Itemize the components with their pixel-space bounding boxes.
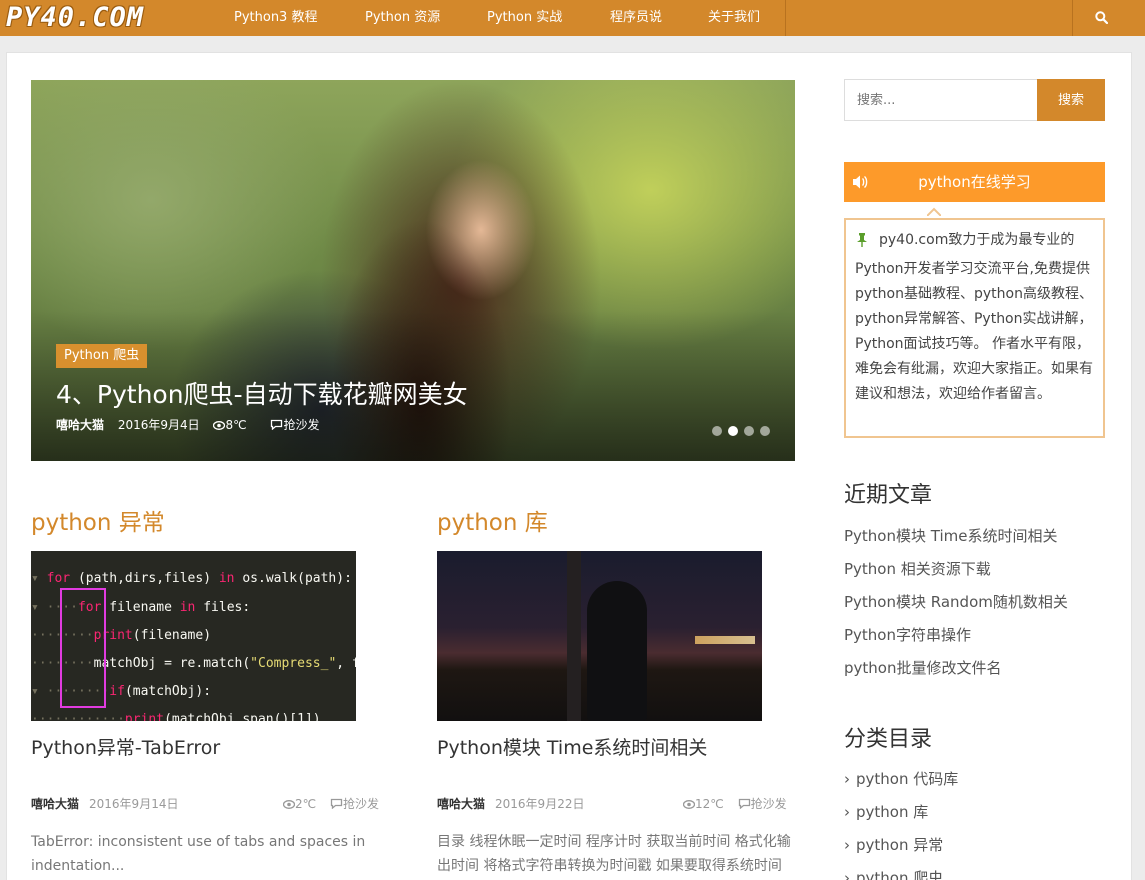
category-link[interactable]: › python 库 [844,800,958,833]
category-link-label: python 代码库 [856,770,959,788]
slide-category-tag[interactable]: Python 爬虫 [56,344,148,368]
comment-icon [330,798,343,810]
nav-divider [785,0,786,36]
pin-icon [855,232,871,257]
post-meta: 嘻哈大猫 2016年9月22日 [437,796,584,812]
category-heading-exceptions[interactable]: python 异常 [31,508,165,538]
slide-views-value: 8℃ [225,418,247,432]
category-link-label: python 库 [856,803,929,821]
slider-dot[interactable] [712,426,722,436]
eye-icon [213,421,226,430]
nav-item-python3-tutorial[interactable]: Python3 教程 [234,0,317,36]
category-link[interactable]: › python 异常 [844,833,958,866]
photo-person [587,581,647,721]
eye-icon [682,800,696,809]
recent-post-link[interactable]: Python 相关资源下载 [844,557,1068,590]
notice-pointer-arrow [927,207,941,216]
slide-views: 8℃ [213,418,260,432]
post-author[interactable]: 嘻哈大猫 [437,797,485,811]
slider-pagination [712,426,776,436]
post-comments[interactable]: 抢沙发 [738,797,787,811]
recent-post-link[interactable]: Python模块 Time系统时间相关 [844,524,1068,557]
post-comments[interactable]: 抢沙发 [330,797,379,811]
category-list: › python 代码库 › python 库 › python 异常 › python… [844,767,958,880]
nav-item-python-practice[interactable]: Python 实战 [487,0,562,36]
chevron-right-icon: › [844,836,850,854]
category-link[interactable]: › python 代码库 [844,767,958,800]
photo-lights [695,636,755,644]
notice-text: py40.com致力于成为最专业的Python开发者学习交流平台,免费提供pyt… [855,232,1093,402]
site-logo[interactable]: PY40.COM [6,3,144,33]
post-views: 12℃ [682,797,724,811]
categories-heading: 分类目录 [844,727,933,752]
recent-posts-list: Python模块 Time系统时间相关 Python 相关资源下载 Python… [844,524,1068,689]
slider-dot[interactable] [760,426,770,436]
nav-item-about-us[interactable]: 关于我们 [708,0,760,36]
post-views-value: 2℃ [295,797,317,811]
search-icon [1095,11,1108,24]
post-views: 2℃ [282,797,317,811]
notice-title: python在线学习 [918,173,1031,191]
post-author[interactable]: 嘻哈大猫 [31,797,79,811]
slide-author[interactable]: 嘻哈大猫 [56,418,104,432]
post-excerpt: TabError: inconsistent use of tabs and s… [31,834,366,874]
nav-item-python-resources[interactable]: Python 资源 [365,0,440,36]
featured-slider[interactable]: Python 爬虫 4、Python爬虫-自动下载花瓣网美女 嘻哈大猫 2016… [31,80,795,461]
nav-search-button[interactable] [1073,0,1131,36]
post-stats: 2℃ 抢沙发 [282,796,379,812]
slide-comments-value: 抢沙发 [283,418,320,432]
sidebar-search-button[interactable]: 搜索 [1037,79,1105,121]
eye-icon [282,800,296,809]
recent-post-link[interactable]: Python字符串操作 [844,623,1068,656]
sidebar-search-input[interactable] [844,79,1038,121]
comment-icon [271,419,283,431]
category-link-label: python 异常 [856,836,944,854]
post-comments-value: 抢沙发 [750,797,787,811]
post-title[interactable]: Python模块 Time系统时间相关 [437,735,707,761]
slider-dot[interactable] [744,426,754,436]
notice-header: python在线学习 [844,162,1105,202]
slider-dot-active[interactable] [728,426,738,436]
recent-post-link[interactable]: Python模块 Random随机数相关 [844,590,1068,623]
comment-icon [738,798,750,810]
category-link-label: python 爬虫 [856,869,944,880]
category-heading-library[interactable]: python 库 [437,508,548,538]
post-stats: 12℃ 抢沙发 [682,796,787,812]
nav-item-programmer-talk[interactable]: 程序员说 [610,0,662,36]
slide-title[interactable]: 4、Python爬虫-自动下载花瓣网美女 [56,378,468,412]
recent-posts-heading: 近期文章 [844,483,933,508]
post-thumbnail-code[interactable]: ▾ for (path,dirs,files) in os.walk(path)… [31,551,356,721]
code-line: ········print(filename) [31,628,212,643]
chevron-right-icon: › [844,770,850,788]
top-nav-bar: PY40.COM Python3 教程 Python 资源 Python 实战 … [0,0,1145,36]
post-date: 2016年9月22日 [495,797,585,811]
code-line: ▾ ········if(matchObj): [31,684,212,699]
recent-post-link[interactable]: python批量修改文件名 [844,656,1068,689]
category-link[interactable]: › python 爬虫 [844,866,958,880]
post-thumbnail-photo[interactable] [437,551,762,721]
chevron-right-icon: › [844,869,850,880]
code-highlight-box [60,588,106,708]
post-date: 2016年9月14日 [89,797,179,811]
code-line: ············print(matchObj.span()[1]) [31,712,321,721]
post-excerpt: 目录 线程休眠一定时间 程序计时 获取当前时间 格式化输出时间 将格式字符串转换… [437,834,791,874]
chevron-right-icon: › [844,803,850,821]
notice-body: py40.com致力于成为最专业的Python开发者学习交流平台,免费提供pyt… [844,218,1105,438]
photo-pole [567,551,581,721]
post-comments-value: 抢沙发 [342,797,379,811]
post-views-value: 12℃ [695,797,724,811]
speaker-icon [852,162,868,217]
post-meta: 嘻哈大猫 2016年9月14日 [31,796,178,812]
slide-comments[interactable]: 抢沙发 [270,418,329,432]
slide-meta: 嘻哈大猫 2016年9月4日 8℃ 抢沙发 [56,417,339,433]
post-title[interactable]: Python异常-TabError [31,735,220,761]
slide-date: 2016年9月4日 [117,418,200,432]
